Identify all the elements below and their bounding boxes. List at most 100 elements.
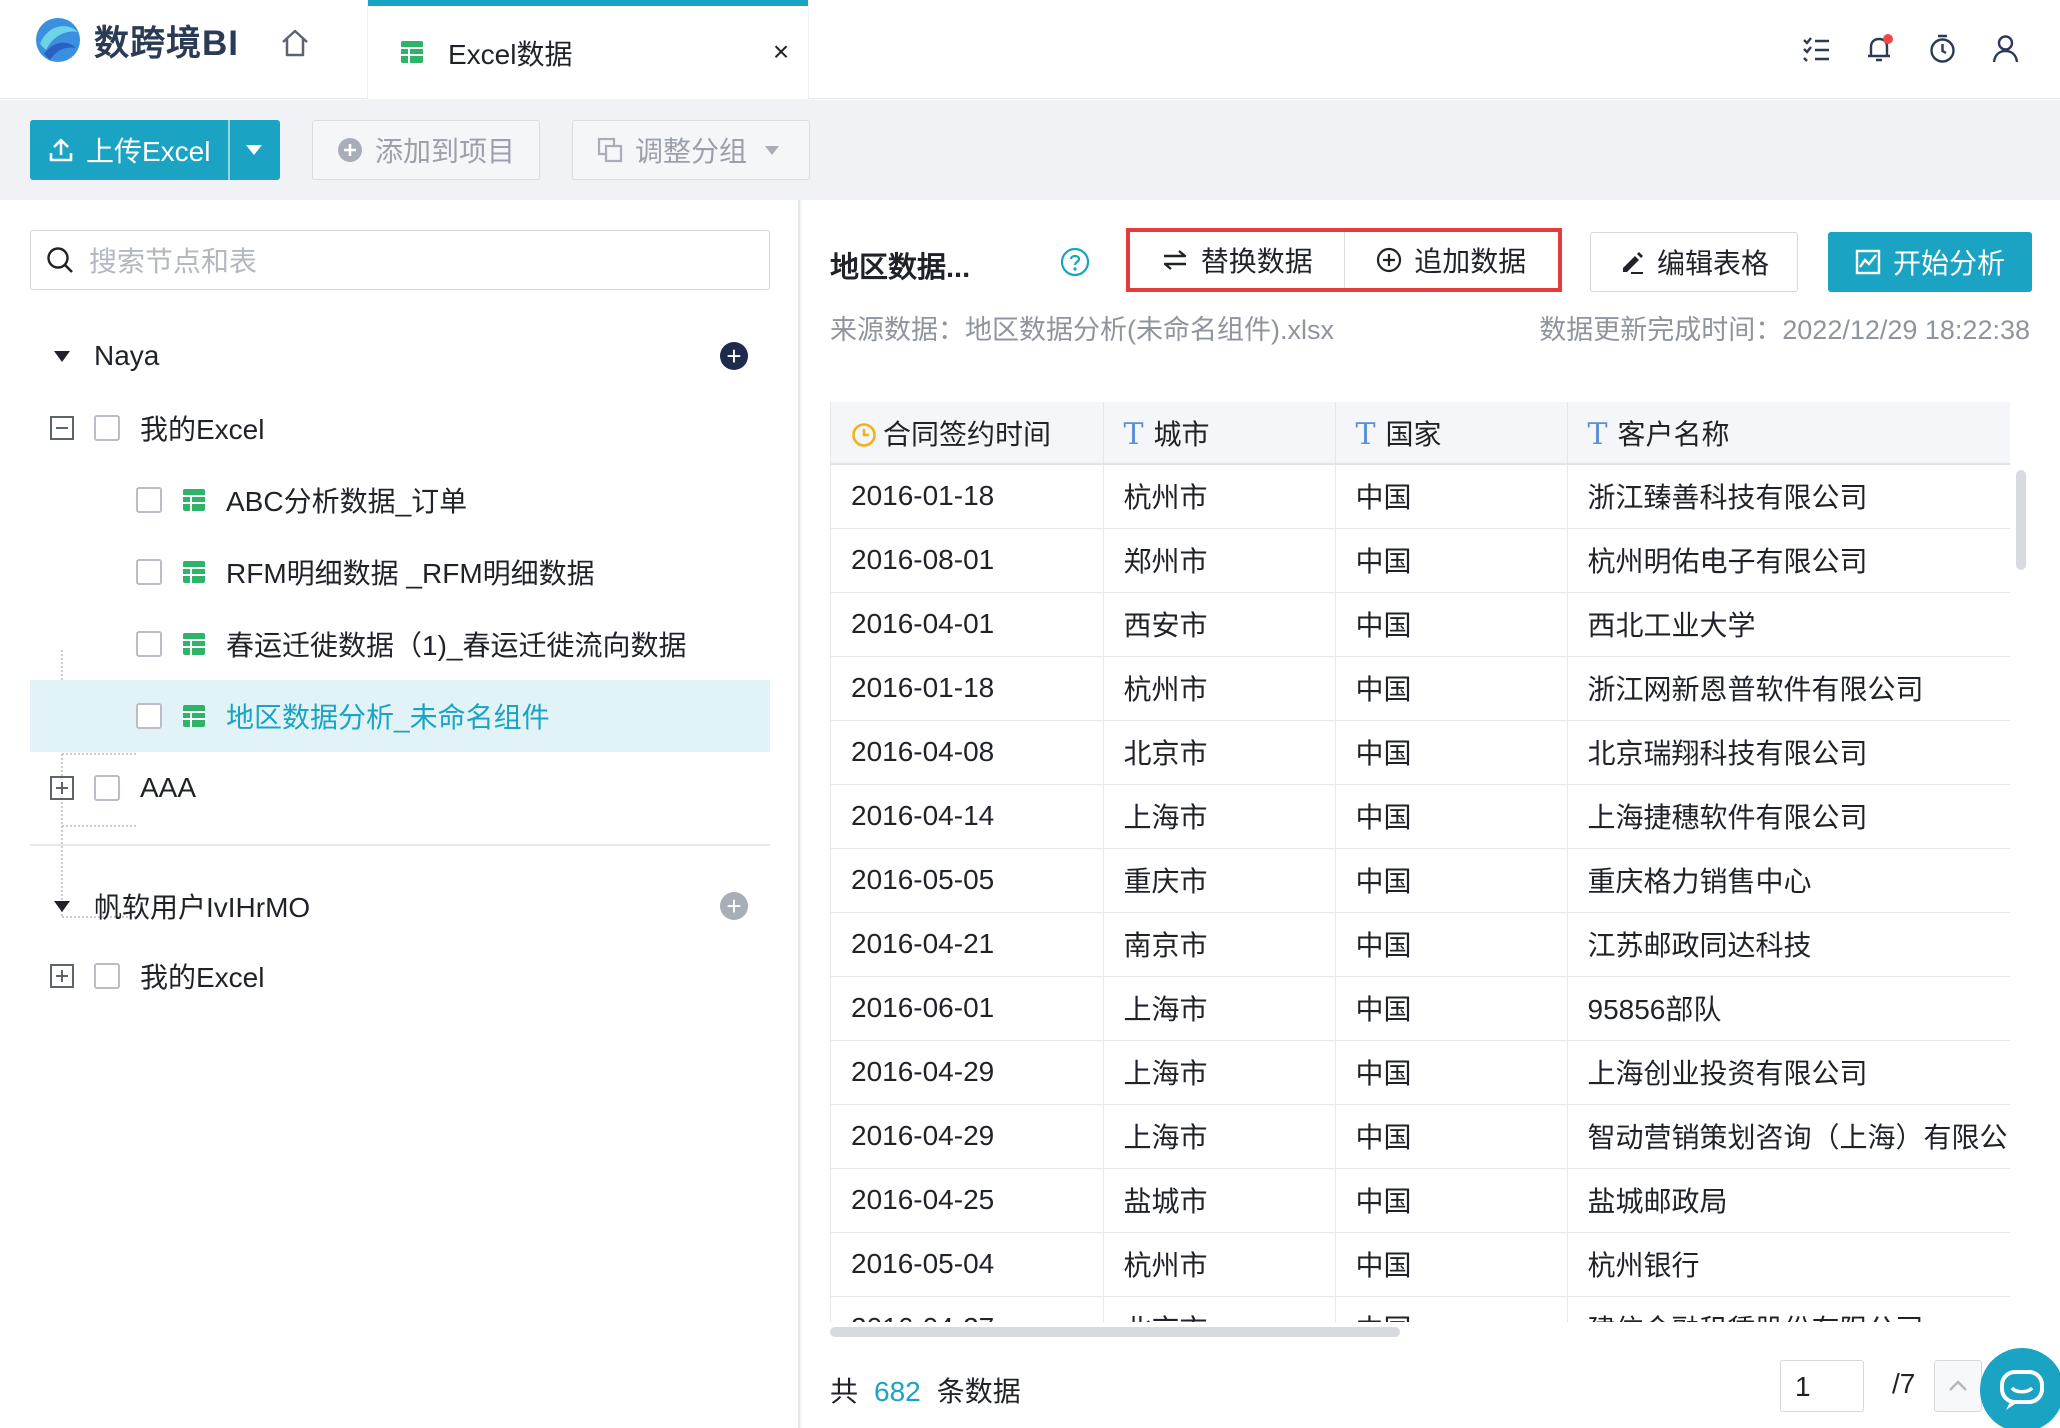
table-cell[interactable]: 2016-04-25	[831, 1168, 1104, 1233]
column-header[interactable]: T 城市	[1103, 402, 1336, 465]
expand-icon[interactable]	[50, 964, 74, 988]
table-cell[interactable]: 西北工业大学	[1567, 592, 2010, 657]
item-checkbox[interactable]	[136, 631, 162, 657]
notification-bell-icon[interactable]	[1863, 32, 1896, 65]
table-cell[interactable]: 2016-05-05	[831, 848, 1104, 913]
tree-item-selected[interactable]: 地区数据分析_未命名组件	[30, 680, 770, 752]
home-icon[interactable]	[278, 26, 312, 60]
collapse-icon[interactable]	[50, 416, 74, 440]
start-analysis-button[interactable]: 开始分析	[1828, 232, 2032, 292]
column-header[interactable]: T 客户名称	[1567, 402, 2010, 465]
column-header[interactable]: 合同签约时间	[831, 402, 1104, 465]
table-cell[interactable]: 2016-04-21	[831, 912, 1104, 977]
table-cell[interactable]: 2016-04-29	[831, 1104, 1104, 1169]
upload-dropdown-button[interactable]	[230, 120, 278, 180]
table-row[interactable]: 2016-01-18 杭州市 中国 浙江臻善科技有限公司	[831, 464, 2010, 529]
tree-owner-naya[interactable]: Naya +	[30, 320, 770, 392]
tree-folder[interactable]: AAA	[30, 752, 770, 824]
table-cell[interactable]: 中国	[1335, 912, 1568, 977]
table-cell[interactable]: 上海创业投资有限公司	[1567, 1040, 2010, 1105]
upload-excel-button[interactable]: 上传Excel	[30, 120, 280, 180]
table-row[interactable]: 2016-04-21 南京市 中国 江苏邮政同达科技	[831, 912, 2010, 977]
tree-item[interactable]: ABC分析数据_订单	[30, 464, 770, 536]
table-cell[interactable]: 北京瑞翔科技有限公司	[1567, 720, 2010, 785]
support-chat-button[interactable]	[1980, 1348, 2060, 1428]
table-cell[interactable]: 中国	[1335, 528, 1568, 593]
add-folder-icon[interactable]: +	[720, 342, 748, 370]
table-cell[interactable]: 郑州市	[1103, 528, 1336, 593]
tree-item[interactable]: 春运迁徙数据（1)_春运迁徙流向数据	[30, 608, 770, 680]
table-cell[interactable]: 杭州市	[1103, 1232, 1336, 1297]
item-checkbox[interactable]	[136, 559, 162, 585]
table-cell[interactable]: 北京市	[1103, 720, 1336, 785]
table-cell[interactable]: 95856部队	[1567, 976, 2010, 1041]
table-cell[interactable]: 2016-04-08	[831, 720, 1104, 785]
table-row[interactable]: 2016-04-01 西安市 中国 西北工业大学	[831, 592, 2010, 657]
table-cell[interactable]: 上海捷穗软件有限公司	[1567, 784, 2010, 849]
table-cell[interactable]: 2016-06-01	[831, 976, 1104, 1041]
folder-checkbox[interactable]	[94, 963, 120, 989]
close-icon[interactable]: ×	[766, 36, 796, 68]
table-cell[interactable]: 重庆市	[1103, 848, 1336, 913]
table-row[interactable]: 2016-05-05 重庆市 中国 重庆格力销售中心	[831, 848, 2010, 913]
table-cell[interactable]: 中国	[1335, 784, 1568, 849]
table-row[interactable]: 2016-04-14 上海市 中国 上海捷穗软件有限公司	[831, 784, 2010, 849]
table-cell[interactable]: 重庆格力销售中心	[1567, 848, 2010, 913]
table-cell[interactable]: 北京市	[1103, 1296, 1336, 1322]
table-cell[interactable]: 中国	[1335, 464, 1568, 529]
table-cell[interactable]: 2016-04-01	[831, 592, 1104, 657]
table-cell[interactable]: 上海市	[1103, 784, 1336, 849]
table-cell[interactable]: 中国	[1335, 592, 1568, 657]
timer-icon[interactable]	[1926, 32, 1959, 65]
table-cell[interactable]: 2016-04-29	[831, 1040, 1104, 1105]
tree-item[interactable]: RFM明细数据 _RFM明细数据	[30, 536, 770, 608]
horizontal-scrollbar[interactable]	[830, 1327, 1400, 1337]
replace-data-button[interactable]: 替换数据	[1130, 232, 1344, 288]
table-cell[interactable]: 中国	[1335, 1232, 1568, 1297]
table-cell[interactable]: 南京市	[1103, 912, 1336, 977]
table-cell[interactable]: 中国	[1335, 1104, 1568, 1169]
tree-folder[interactable]: 我的Excel	[30, 392, 770, 464]
table-cell[interactable]: 中国	[1335, 1040, 1568, 1105]
table-cell[interactable]: 浙江网新恩普软件有限公司	[1567, 656, 2010, 721]
table-row[interactable]: 2016-04-27北京市中国建信金融租赁股份有限公司	[831, 1296, 2010, 1322]
tab-excel-data[interactable]: Excel数据 ×	[368, 0, 808, 99]
table-cell[interactable]: 中国	[1335, 656, 1568, 721]
table-cell[interactable]: 上海市	[1103, 1104, 1336, 1169]
table-cell[interactable]: 江苏邮政同达科技	[1567, 912, 2010, 977]
item-checkbox[interactable]	[136, 703, 162, 729]
table-row[interactable]: 2016-05-04 杭州市 中国 杭州银行	[831, 1232, 2010, 1297]
add-folder-icon[interactable]: +	[720, 892, 748, 920]
table-cell[interactable]: 中国	[1335, 1168, 1568, 1233]
adjust-group-button[interactable]: 调整分组	[572, 120, 810, 180]
prev-page-button[interactable]	[1934, 1360, 1982, 1412]
table-row[interactable]: 2016-04-29 上海市 中国 智动营销策划咨询（上海）有限公司	[831, 1104, 2010, 1169]
table-cell[interactable]: 中国	[1335, 720, 1568, 785]
edit-table-button[interactable]: 编辑表格	[1590, 232, 1798, 292]
table-cell[interactable]: 2016-01-18	[831, 656, 1104, 721]
table-cell[interactable]: 2016-04-27	[831, 1296, 1104, 1322]
table-row[interactable]: 2016-01-18 杭州市 中国 浙江网新恩普软件有限公司	[831, 656, 2010, 721]
table-row[interactable]: 2016-04-08 北京市 中国 北京瑞翔科技有限公司	[831, 720, 2010, 785]
tree-folder[interactable]: 我的Excel	[30, 940, 770, 1012]
table-cell[interactable]: 中国	[1335, 848, 1568, 913]
table-row[interactable]: 2016-04-25 盐城市 中国 盐城邮政局	[831, 1168, 2010, 1233]
folder-checkbox[interactable]	[94, 415, 120, 441]
app-logo[interactable]: 数跨境BI	[32, 14, 239, 66]
table-cell[interactable]: 2016-08-01	[831, 528, 1104, 593]
add-to-project-button[interactable]: 添加到项目	[312, 120, 540, 180]
table-cell[interactable]: 杭州市	[1103, 464, 1336, 529]
table-cell[interactable]: 上海市	[1103, 1040, 1336, 1105]
table-cell[interactable]: 中国	[1335, 976, 1568, 1041]
table-cell[interactable]: 上海市	[1103, 976, 1336, 1041]
table-cell[interactable]: 盐城邮政局	[1567, 1168, 2010, 1233]
search-input[interactable]: 搜索节点和表	[30, 230, 770, 290]
table-cell[interactable]: 2016-05-04	[831, 1232, 1104, 1297]
task-list-icon[interactable]	[1800, 32, 1833, 65]
table-cell[interactable]: 建信金融租赁股份有限公司	[1567, 1296, 2010, 1322]
table-cell[interactable]: 2016-01-18	[831, 464, 1104, 529]
append-data-button[interactable]: 追加数据	[1343, 232, 1559, 288]
folder-checkbox[interactable]	[94, 775, 120, 801]
user-icon[interactable]	[1989, 32, 2022, 65]
expand-icon[interactable]	[50, 776, 74, 800]
